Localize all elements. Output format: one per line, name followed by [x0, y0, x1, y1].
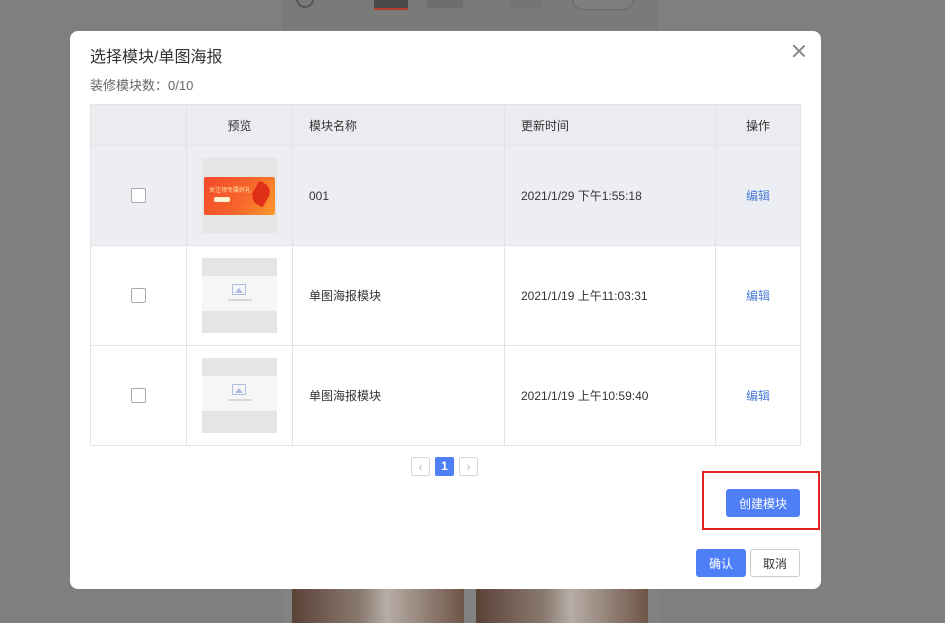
table-header-row: 预览 模块名称 更新时间 操作: [90, 104, 801, 146]
row-name: 单图海报模块: [292, 345, 505, 446]
module-thumbnail: [202, 358, 277, 433]
module-table: 预览 模块名称 更新时间 操作 关注领专属好礼 001 2021/1/29 下午…: [90, 104, 801, 446]
column-header-name: 模块名称: [292, 104, 505, 146]
row-action-cell: 编辑: [715, 145, 801, 246]
column-header-preview: 预览: [186, 104, 293, 146]
background-button: [572, 0, 634, 10]
row-action-cell: 编辑: [715, 345, 801, 446]
search-icon: [296, 0, 314, 8]
column-header-actions: 操作: [715, 104, 801, 146]
table-row[interactable]: 关注领专属好礼 001 2021/1/29 下午1:55:18 编辑: [90, 145, 801, 246]
image-icon: [232, 384, 246, 395]
row-preview-cell: [186, 345, 293, 446]
close-icon[interactable]: [790, 42, 808, 60]
row-checkbox[interactable]: [131, 188, 146, 204]
module-thumbnail: [202, 258, 277, 333]
confirm-button[interactable]: 确认: [696, 549, 746, 577]
create-module-button[interactable]: 创建模块: [726, 489, 800, 517]
banner-button: [214, 197, 230, 202]
row-action-cell: 编辑: [715, 245, 801, 346]
cancel-button[interactable]: 取消: [750, 549, 800, 577]
leaf-decoration: [248, 180, 274, 208]
prev-page-button[interactable]: ‹: [411, 457, 430, 476]
page-1-button[interactable]: 1: [435, 457, 454, 476]
column-header-updated: 更新时间: [504, 104, 716, 146]
edit-link[interactable]: 编辑: [746, 289, 770, 303]
placeholder-image: [202, 376, 277, 411]
column-header-select: [90, 104, 187, 146]
row-preview-cell: [186, 245, 293, 346]
next-page-button[interactable]: ›: [459, 457, 478, 476]
row-updated: 2021/1/19 上午11:03:31: [504, 245, 716, 346]
select-module-dialog: 选择模块/单图海报 装修模块数：0/10 预览 模块名称 更新时间 操作 关注领…: [70, 31, 821, 589]
placeholder-caption: [228, 399, 252, 401]
background-tab-active: [374, 0, 408, 10]
background-tab: [427, 0, 463, 8]
background-topbar: [282, 0, 658, 30]
edit-link[interactable]: 编辑: [746, 189, 770, 203]
table-row[interactable]: 单图海报模块 2021/1/19 上午10:59:40 编辑: [90, 345, 801, 446]
placeholder-image: [202, 276, 277, 311]
row-select-cell: [90, 345, 187, 446]
row-preview-cell: 关注领专属好礼: [186, 145, 293, 246]
edit-link[interactable]: 编辑: [746, 389, 770, 403]
row-name: 001: [292, 145, 505, 246]
module-count: 装修模块数：0/10: [90, 78, 194, 93]
dialog-title: 选择模块/单图海报: [90, 49, 223, 66]
background-product-photo: [476, 588, 648, 623]
row-select-cell: [90, 245, 187, 346]
promo-banner-image: 关注领专属好礼: [204, 177, 275, 215]
banner-text: 关注领专属好礼: [209, 188, 252, 194]
image-icon: [232, 284, 246, 295]
row-checkbox[interactable]: [131, 288, 146, 304]
row-updated: 2021/1/19 上午10:59:40: [504, 345, 716, 446]
row-updated: 2021/1/29 下午1:55:18: [504, 145, 716, 246]
row-checkbox[interactable]: [131, 388, 146, 404]
background-pill: [510, 0, 542, 8]
table-row[interactable]: 单图海报模块 2021/1/19 上午11:03:31 编辑: [90, 245, 801, 346]
background-product-photo: [292, 588, 464, 623]
placeholder-caption: [228, 299, 252, 301]
row-select-cell: [90, 145, 187, 246]
row-name: 单图海报模块: [292, 245, 505, 346]
module-thumbnail: 关注领专属好礼: [202, 158, 277, 233]
